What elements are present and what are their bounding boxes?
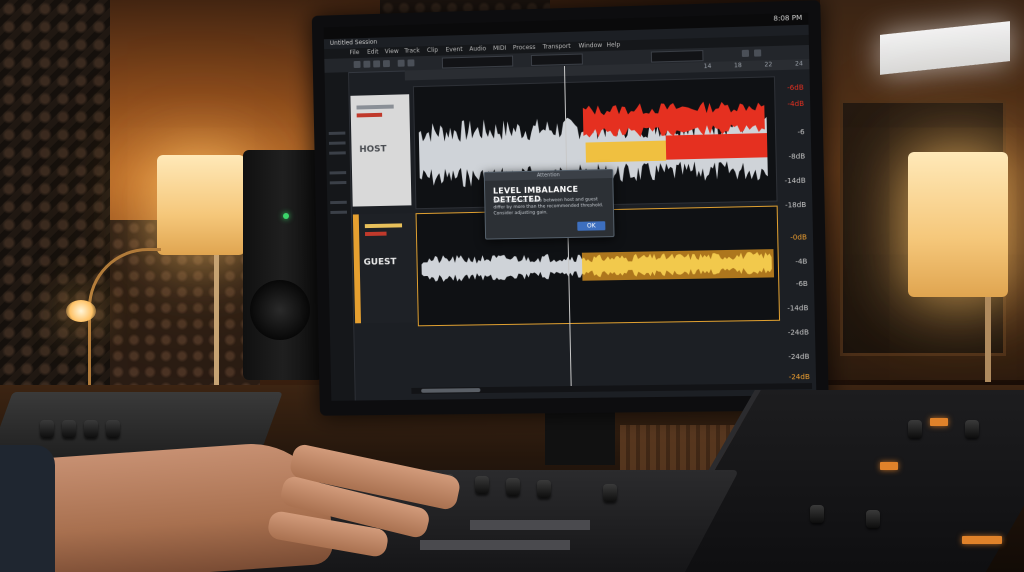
rack-indicator	[930, 418, 948, 426]
studio-monitor-speaker	[243, 150, 323, 380]
track-volume-fader[interactable]	[364, 223, 403, 229]
menu-track[interactable]: Track	[404, 47, 420, 54]
track-name-guest: GUEST	[363, 257, 397, 268]
loop-icon[interactable]	[382, 60, 390, 68]
track-header-host[interactable]: HOST	[350, 94, 412, 207]
daw-screen: 8:08 PM Untitled Session File Edit View …	[323, 12, 817, 401]
floor-lamp-right-pole	[985, 297, 991, 382]
menu-transport[interactable]: Transport	[543, 43, 571, 51]
menu-view[interactable]: View	[385, 48, 399, 55]
rack-indicator	[880, 462, 898, 470]
scissors-tool-icon[interactable]	[407, 59, 415, 67]
speaker-power-led	[283, 213, 289, 219]
scrollbar-thumb[interactable]	[421, 388, 481, 393]
browser-item[interactable]	[330, 200, 347, 205]
cursor-tool-icon[interactable]	[397, 59, 405, 67]
timecode-field[interactable]	[441, 55, 514, 69]
ruler-mark: 22	[764, 61, 773, 69]
console-knob[interactable]	[40, 420, 54, 438]
clock: 8:08 PM	[773, 13, 803, 23]
db-label: -24dB	[788, 352, 810, 362]
ruler-mark: 18	[733, 62, 742, 70]
studio-scene: 8:08 PM Untitled Session File Edit View …	[0, 0, 1024, 572]
console-knob[interactable]	[62, 420, 76, 438]
track-header-guest[interactable]: GUEST	[352, 213, 420, 324]
app-title: Untitled Session	[329, 38, 378, 47]
db-label: -4dB	[787, 99, 805, 109]
menu-clip[interactable]: Clip	[427, 47, 438, 54]
floor-lamp-left-pole	[214, 255, 219, 385]
browser-item[interactable]	[329, 181, 347, 185]
db-label: -0dB	[790, 233, 807, 242]
rack-display	[962, 536, 1002, 544]
menu-help[interactable]: Help	[606, 41, 620, 48]
record-icon[interactable]	[373, 60, 381, 68]
browser-item[interactable]	[328, 141, 346, 145]
browser-item[interactable]	[329, 171, 347, 175]
db-label: -18dB	[784, 200, 807, 210]
monitor-stand	[545, 405, 615, 465]
engineer-sleeve	[0, 445, 55, 572]
speaker-woofer	[250, 280, 310, 340]
db-label: -24dB	[788, 372, 810, 382]
floor-lamp-left	[157, 155, 245, 255]
menu-file[interactable]: File	[349, 49, 359, 56]
computer-monitor: 8:08 PM Untitled Session File Edit View …	[311, 0, 829, 416]
db-label: -6B	[795, 279, 808, 289]
db-label: -6	[797, 128, 805, 137]
rack-knob[interactable]	[965, 420, 979, 438]
browser-item[interactable]	[328, 131, 346, 135]
db-label: -14dB	[787, 304, 809, 313]
dialog-ok-button[interactable]: OK	[577, 221, 606, 231]
menu-event[interactable]: Event	[446, 46, 463, 53]
control-knob[interactable]	[506, 478, 520, 496]
snap-field[interactable]	[650, 50, 704, 63]
rack-knob[interactable]	[810, 505, 824, 523]
console-knob[interactable]	[84, 420, 98, 438]
menu-midi[interactable]: MIDI	[493, 45, 506, 52]
db-label: -24dB	[787, 328, 809, 337]
level-imbalance-dialog: Attention LEVEL IMBALANCE DETECTED The v…	[483, 168, 615, 240]
fader-strip[interactable]	[420, 540, 570, 550]
browser-item[interactable]	[330, 210, 348, 214]
control-knob[interactable]	[475, 476, 489, 494]
db-meter-scale: -6dB -4dB -6 -8dB -14dB -18dB -0dB -4B -…	[775, 65, 812, 389]
control-knob[interactable]	[603, 484, 617, 502]
menu-audio[interactable]: Audio	[469, 45, 486, 52]
track-volume-fader[interactable]	[356, 104, 394, 110]
fader-strip[interactable]	[470, 520, 590, 530]
db-label: -8dB	[788, 152, 806, 161]
floor-lamp-right	[908, 152, 1008, 297]
ruler-mark: 14	[703, 62, 712, 71]
menu-process[interactable]: Process	[513, 44, 536, 52]
browser-item[interactable]	[329, 151, 346, 155]
control-knob[interactable]	[537, 480, 551, 498]
rack-knob[interactable]	[866, 510, 880, 528]
db-label: -14dB	[784, 176, 806, 186]
mute-icon[interactable]	[356, 112, 383, 118]
settings-icon[interactable]	[741, 49, 750, 57]
db-label: -4B	[795, 257, 808, 266]
console-knob[interactable]	[106, 420, 120, 438]
track-name-host: HOST	[359, 144, 387, 155]
stop-icon[interactable]	[363, 60, 371, 68]
rack-knob[interactable]	[908, 420, 922, 438]
tempo-field[interactable]	[530, 53, 583, 66]
mute-icon[interactable]	[364, 231, 387, 237]
dialog-message: The vocal track levels between host and …	[493, 197, 604, 217]
dialog-titlebar: Attention	[484, 169, 613, 181]
desk-lamp-bulb	[66, 300, 96, 322]
mixer-icon[interactable]	[753, 49, 762, 57]
menu-edit[interactable]: Edit	[367, 49, 379, 56]
play-icon[interactable]	[353, 60, 361, 69]
menu-window[interactable]: Window	[578, 42, 602, 50]
db-label: -6dB	[787, 83, 804, 93]
os-menu-bar: 8:08 PM	[323, 12, 809, 40]
